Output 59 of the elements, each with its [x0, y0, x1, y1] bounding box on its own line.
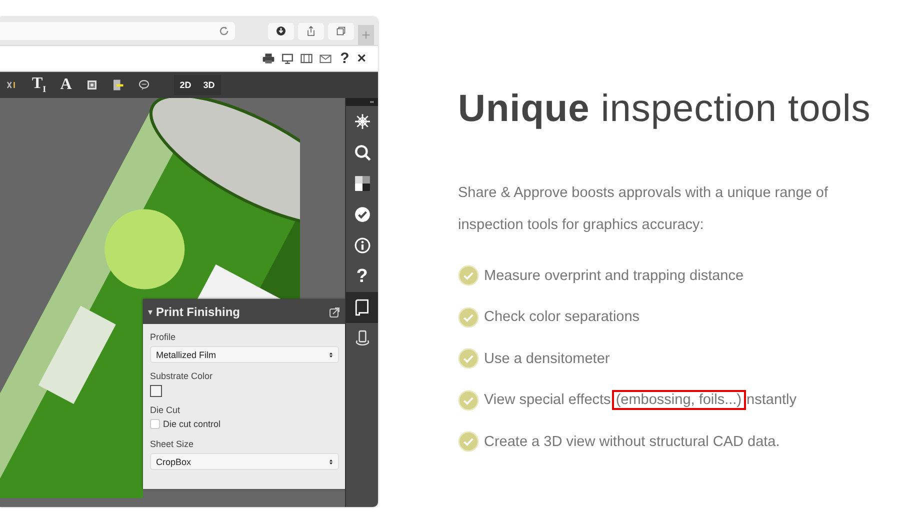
snowflake-icon — [354, 113, 370, 130]
text-format-icon[interactable] — [6, 79, 18, 91]
mail-icon[interactable] — [319, 52, 332, 65]
sort-arrows-icon — [327, 350, 335, 358]
check-circle-icon — [458, 390, 479, 411]
checkbox-label[interactable]: Die cut control — [163, 419, 221, 429]
feature-text: Measure overprint and trapping distance — [484, 268, 744, 284]
feature-text: Create a 3D view without structural CAD data. — [484, 434, 780, 450]
image-icon[interactable] — [86, 79, 98, 91]
comment-icon[interactable] — [138, 79, 150, 91]
view-mode-tab[interactable]: 2D — [174, 75, 198, 95]
feature-text: Check color separations — [484, 309, 640, 326]
field-label: Substrate Color — [150, 371, 214, 381]
header-action[interactable]: × — [357, 50, 366, 67]
printer-icon[interactable] — [262, 52, 276, 65]
sort-arrows-icon — [327, 458, 335, 466]
page-icon — [354, 299, 370, 316]
checkbox[interactable] — [150, 419, 160, 429]
check-circle-icon — [458, 265, 479, 286]
feature-text: nstantly — [746, 392, 797, 408]
search-icon — [354, 144, 370, 161]
browser-button[interactable] — [328, 22, 354, 40]
check-circle-icon — [458, 306, 479, 328]
dropdown[interactable]: Metallized Film — [150, 346, 339, 363]
highlighter-icon[interactable] — [112, 79, 124, 91]
view-mode-switch[interactable]: 2D 3D — [174, 75, 221, 95]
field-label: Profile — [150, 332, 177, 342]
field-label: Die Cut — [150, 405, 182, 415]
text-tool[interactable]: A — [60, 76, 72, 94]
address-field[interactable] — [0, 22, 235, 40]
layout-icon[interactable] — [300, 52, 314, 65]
highlight-box: (embossing, foils...) — [614, 392, 744, 408]
panel-title: Print Finishing — [156, 304, 241, 318]
heading: Unique inspection tools — [458, 88, 871, 131]
intro-paragraph: Share & Approve boosts approvals with a unique range of inspection tools for graphics accuracy: — [458, 184, 829, 235]
sidebar-tool[interactable] — [346, 292, 378, 323]
download-icon — [275, 25, 287, 37]
sidebar-tool[interactable]: ? — [346, 261, 378, 292]
feature-text: View special effects — [484, 392, 611, 408]
view-mode-tab[interactable]: 3D — [197, 75, 221, 95]
checkmark-icon — [354, 206, 370, 223]
feature-text: Use a densitometer — [484, 350, 610, 367]
text-tool[interactable]: T$_{I}$ — [32, 75, 46, 95]
field-label: Sheet Size — [150, 439, 195, 449]
popout-icon[interactable] — [329, 306, 341, 318]
rotate-device-icon — [354, 330, 370, 347]
check-circle-icon — [458, 431, 479, 452]
check-circle-icon — [458, 348, 479, 370]
info-icon — [354, 237, 370, 254]
browser-button[interactable] — [268, 22, 294, 40]
tabs-icon — [335, 25, 347, 37]
separations-icon — [354, 175, 370, 192]
header-action[interactable]: ? — [340, 50, 350, 67]
share-icon — [305, 25, 317, 37]
color-swatch[interactable] — [150, 385, 162, 397]
reload-icon[interactable] — [218, 25, 230, 37]
dropdown[interactable]: CropBox — [150, 453, 339, 470]
collapse-toggle[interactable]: ▾ — [148, 306, 153, 316]
monitor-icon[interactable] — [281, 52, 294, 65]
